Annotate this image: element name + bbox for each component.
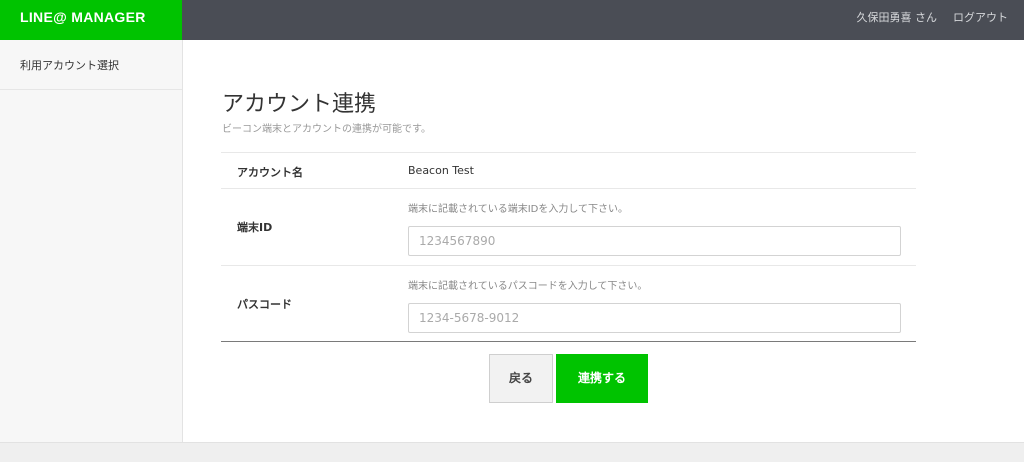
form-row-passcode: パスコード 端末に記載されているパスコードを入力して下さい。 <box>221 265 916 342</box>
passcode-input[interactable] <box>408 303 901 333</box>
sidebar: 利用アカウント選択 <box>0 40 183 442</box>
account-name-label: アカウント名 <box>237 166 303 179</box>
user-name[interactable]: 久保田勇喜 さん <box>857 9 938 25</box>
device-id-input[interactable] <box>408 226 901 256</box>
footer <box>0 442 1024 462</box>
back-button[interactable]: 戻る <box>489 354 553 403</box>
link-button[interactable]: 連携する <box>556 354 648 403</box>
form-row-account-name: アカウント名 Beacon Test <box>221 152 916 188</box>
top-bar: LINE@ MANAGER 久保田勇喜 さん ログアウト <box>0 0 1024 40</box>
page-description: ビーコン端末とアカウントの連携が可能です。 <box>222 124 431 135</box>
top-nav: 久保田勇喜 さん ログアウト <box>857 0 1009 34</box>
form-row-device-id: 端末ID 端末に記載されている端末IDを入力して下さい。 <box>221 188 916 265</box>
main-content: アカウント連携 ビーコン端末とアカウントの連携が可能です。 アカウント名 Bea… <box>183 40 1024 442</box>
passcode-hint: 端末に記載されているパスコードを入力して下さい。 <box>408 281 648 292</box>
logo[interactable]: LINE@ MANAGER <box>0 0 182 40</box>
device-id-label: 端末ID <box>237 221 273 234</box>
device-id-hint: 端末に記載されている端末IDを入力して下さい。 <box>408 204 629 215</box>
logout-link[interactable]: ログアウト <box>953 9 1008 25</box>
sidebar-item-account-select[interactable]: 利用アカウント選択 <box>0 40 182 90</box>
passcode-label: パスコード <box>237 298 292 311</box>
account-name-value: Beacon Test <box>408 164 474 177</box>
account-link-form: アカウント名 Beacon Test 端末ID 端末に記載されている端末IDを入… <box>221 152 916 342</box>
page-title: アカウント連携 <box>222 92 377 117</box>
